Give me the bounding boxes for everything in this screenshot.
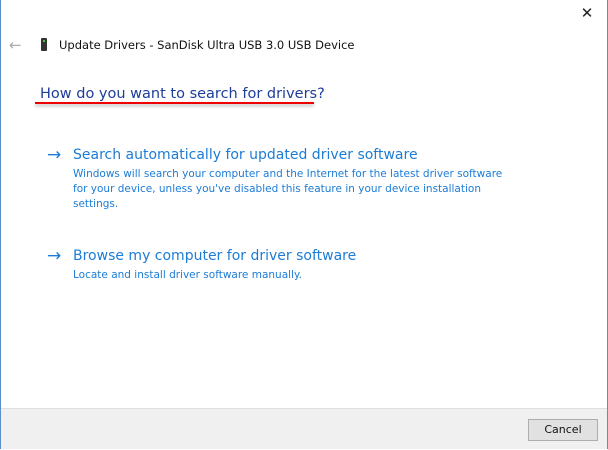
option-description: Locate and install driver software manua…: [73, 269, 303, 281]
option-label[interactable]: Browse my computer for driver software: [73, 248, 356, 264]
cancel-button[interactable]: Cancel: [528, 419, 598, 441]
close-button[interactable]: ✕: [577, 4, 597, 22]
option-label[interactable]: Search automatically for updated driver …: [73, 147, 418, 163]
option-description: Windows will search your computer and th…: [73, 168, 503, 210]
page-heading: How do you want to search for drivers?: [40, 86, 325, 102]
usb-device-icon: [41, 38, 47, 51]
footer-bar: Cancel: [1, 408, 607, 449]
update-drivers-window: ✕ ← Update Drivers - SanDisk Ultra USB 3…: [0, 0, 608, 449]
red-underline-annotation: [35, 102, 314, 104]
window-title: Update Drivers - SanDisk Ultra USB 3.0 U…: [59, 38, 355, 52]
back-arrow-icon[interactable]: ←: [9, 36, 22, 54]
arrow-right-icon: →: [47, 246, 62, 266]
arrow-right-icon: →: [47, 145, 62, 165]
